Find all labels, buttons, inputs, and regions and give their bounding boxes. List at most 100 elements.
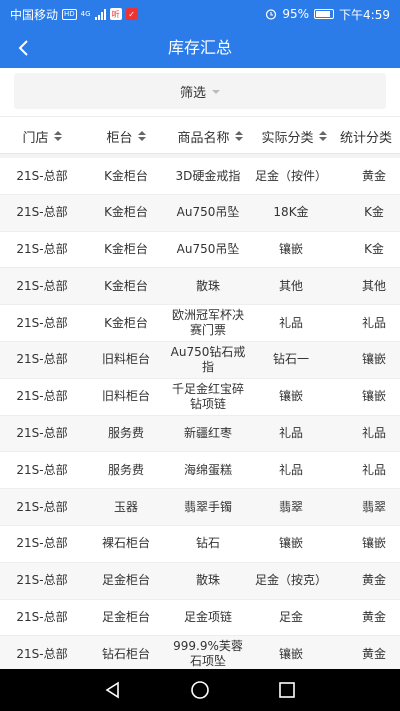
caret-down-icon xyxy=(212,90,220,94)
table-row[interactable]: 21S-总部 足金柜台 足金项链 足金 黄金 xyxy=(0,599,400,637)
cell-product: Au750钻石戒指 xyxy=(170,344,246,374)
cell-product: 翡翠手镯 xyxy=(183,499,232,514)
cell-stat-category: 黄金 xyxy=(361,646,386,661)
cell-actual-category: 礼品 xyxy=(278,426,303,441)
cell-product: 散珠 xyxy=(195,278,220,293)
column-header-label: 实际分类 xyxy=(261,130,314,146)
cell-stat-category: K金 xyxy=(364,205,384,220)
cell-product: Au750吊坠 xyxy=(176,205,240,220)
column-header-label: 柜台 xyxy=(106,130,133,146)
cell-actual-category: 足金（按件） xyxy=(254,168,327,183)
cell-store: 21S-总部 xyxy=(16,315,68,330)
table-row[interactable]: 21S-总部 旧料柜台 千足金红宝碎钻项链 镶嵌 镶嵌 xyxy=(0,378,400,416)
column-header-label: 统计分类 xyxy=(340,130,393,146)
triangle-back-icon xyxy=(105,681,120,699)
system-nav-bar xyxy=(0,669,400,711)
cell-product: 3D硬金戒指 xyxy=(175,168,241,183)
cell-store: 21S-总部 xyxy=(16,536,68,551)
cell-store: 21S-总部 xyxy=(16,205,68,220)
cell-stat-category: 镶嵌 xyxy=(361,389,386,404)
table-row[interactable]: 21S-总部 K金柜台 散珠 其他 其他 xyxy=(0,268,400,306)
notification-app-icon: 听 xyxy=(109,8,122,20)
cell-store: 21S-总部 xyxy=(16,646,68,661)
cell-product: 新疆红枣 xyxy=(183,426,232,441)
cell-stat-category: 黄金 xyxy=(361,573,386,588)
cell-product: 999.9%芙蓉石项坠 xyxy=(173,639,243,669)
column-header-store[interactable]: 门店 xyxy=(0,117,84,153)
cell-store: 21S-总部 xyxy=(16,242,68,257)
table-body[interactable]: 21S-总部 K金柜台 3D硬金戒指 足金（按件） 黄金 21S-总部 K金柜台 Au750吊… xyxy=(0,158,400,669)
table-row[interactable]: 21S-总部 K金柜台 欧洲冠军杯决赛门票 礼品 礼品 xyxy=(0,305,400,342)
cell-stat-category: 黄金 xyxy=(361,168,386,183)
cell-product: 千足金红宝碎钻项链 xyxy=(171,381,244,411)
cell-store: 21S-总部 xyxy=(16,168,68,183)
cell-product: 海绵蛋糕 xyxy=(183,462,232,477)
cell-counter: 裸石柜台 xyxy=(101,536,150,551)
cell-counter: 足金柜台 xyxy=(101,610,150,625)
filter-label: 筛选 xyxy=(179,85,206,101)
cell-actual-category: 镶嵌 xyxy=(278,389,303,404)
cell-actual-category: 礼品 xyxy=(278,315,303,330)
table-row[interactable]: 21S-总部 K金柜台 3D硬金戒指 足金（按件） 黄金 xyxy=(0,158,400,195)
column-header-stat-category[interactable]: 统计分类 xyxy=(336,117,400,153)
cell-actual-category: 其他 xyxy=(278,278,303,293)
cell-counter: K金柜台 xyxy=(104,315,148,330)
signal-icon xyxy=(94,8,106,20)
table-row[interactable]: 21S-总部 服务费 海绵蛋糕 礼品 礼品 xyxy=(0,452,400,490)
square-recents-icon xyxy=(278,682,295,698)
cell-store: 21S-总部 xyxy=(16,278,68,293)
cell-stat-category: 其他 xyxy=(361,278,386,293)
table-row[interactable]: 21S-总部 裸石柜台 钻石 镶嵌 镶嵌 xyxy=(0,525,400,563)
cell-product: 散珠 xyxy=(195,573,220,588)
cell-product: 足金项链 xyxy=(183,610,232,625)
cell-stat-category: 礼品 xyxy=(361,462,386,477)
cell-counter: 足金柜台 xyxy=(101,573,150,588)
nav-back-button[interactable] xyxy=(93,670,133,710)
table-row[interactable]: 21S-总部 旧料柜台 Au750钻石戒指 钻石一 镶嵌 xyxy=(0,341,400,379)
cell-store: 21S-总部 xyxy=(16,610,68,625)
filter-button[interactable]: 筛选 xyxy=(14,73,386,109)
hd-badge: HD xyxy=(62,8,77,20)
table-row[interactable]: 21S-总部 服务费 新疆红枣 礼品 礼品 xyxy=(0,415,400,453)
clock: 下午4:59 xyxy=(339,7,390,22)
cell-counter: K金柜台 xyxy=(104,168,148,183)
sort-icon xyxy=(53,131,62,141)
cell-stat-category: 镶嵌 xyxy=(361,352,386,367)
cell-store: 21S-总部 xyxy=(16,352,68,367)
column-header-actual-category[interactable]: 实际分类 xyxy=(252,117,336,153)
battery-icon xyxy=(314,9,335,19)
sort-icon xyxy=(137,131,146,141)
cell-store: 21S-总部 xyxy=(16,462,68,477)
circle-home-icon xyxy=(191,681,209,699)
table-row[interactable]: 21S-总部 K金柜台 Au750吊坠 18K金 K金 xyxy=(0,194,400,232)
cell-actual-category: 足金（按克） xyxy=(254,573,327,588)
cell-stat-category: 礼品 xyxy=(361,315,386,330)
cell-actual-category: 翡翠 xyxy=(278,499,303,514)
cell-stat-category: K金 xyxy=(364,242,384,257)
nav-home-button[interactable] xyxy=(180,670,220,710)
column-header-label: 门店 xyxy=(22,130,49,146)
column-header-label: 商品名称 xyxy=(177,130,230,146)
table-header: 门店 柜台 商品名称 实际分类 统计分类 xyxy=(0,116,400,154)
battery-percent: 95% xyxy=(282,7,310,21)
table-row[interactable]: 21S-总部 钻石柜台 999.9%芙蓉石项坠 镶嵌 黄金 xyxy=(0,636,400,669)
cell-counter: 服务费 xyxy=(107,426,144,441)
table-row[interactable]: 21S-总部 玉器 翡翠手镯 翡翠 翡翠 xyxy=(0,489,400,526)
alarm-icon xyxy=(266,9,277,20)
nav-recents-button[interactable] xyxy=(267,670,307,710)
cell-product: 钻石 xyxy=(195,536,220,551)
cell-actual-category: 镶嵌 xyxy=(278,646,303,661)
cell-counter: 旧料柜台 xyxy=(101,352,150,367)
cell-counter: K金柜台 xyxy=(104,242,148,257)
column-header-product[interactable]: 商品名称 xyxy=(168,117,252,153)
cell-counter: K金柜台 xyxy=(104,205,148,220)
cell-actual-category: 礼品 xyxy=(278,462,303,477)
page-title: 库存汇总 xyxy=(167,38,232,57)
cell-actual-category: 镶嵌 xyxy=(278,536,303,551)
cell-stat-category: 礼品 xyxy=(361,426,386,441)
cell-stat-category: 镶嵌 xyxy=(361,536,386,551)
column-header-counter[interactable]: 柜台 xyxy=(84,117,168,153)
table-row[interactable]: 21S-总部 足金柜台 散珠 足金（按克） 黄金 xyxy=(0,562,400,600)
cell-store: 21S-总部 xyxy=(16,499,68,514)
table-row[interactable]: 21S-总部 K金柜台 Au750吊坠 镶嵌 K金 xyxy=(0,231,400,269)
